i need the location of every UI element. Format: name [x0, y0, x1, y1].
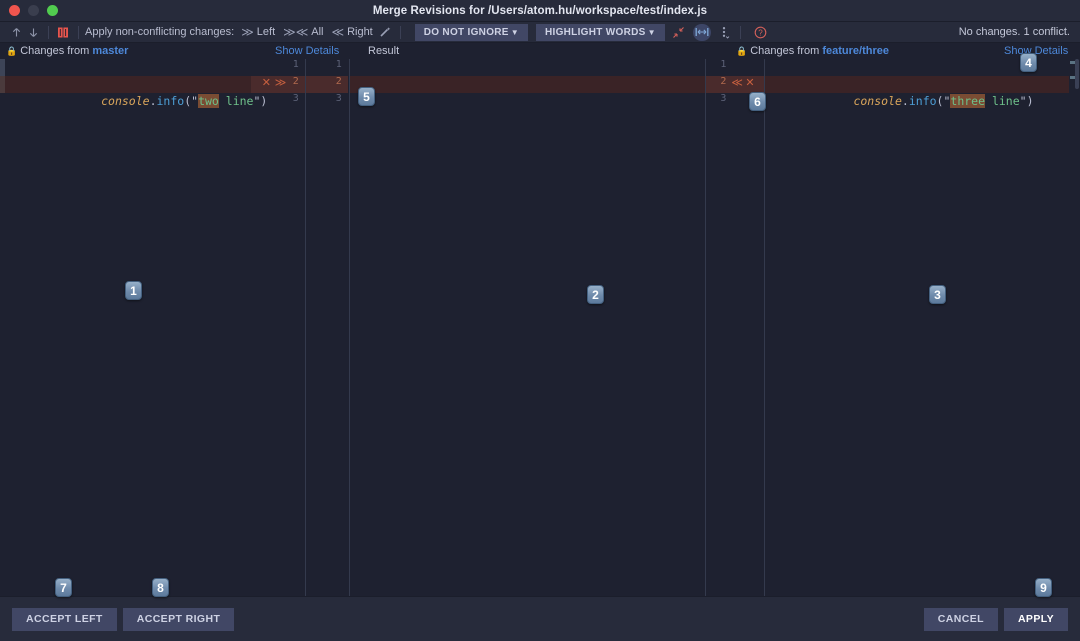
- right-l2-dot: .: [902, 94, 909, 108]
- result-line-1[interactable]: console.info("one line"): [306, 59, 706, 76]
- cancel-button[interactable]: CANCEL: [924, 608, 998, 631]
- toolbar-divider-2: [78, 26, 79, 39]
- lock-icon-2: 🔒: [736, 46, 747, 56]
- highlight-policy-dropdown[interactable]: HIGHLIGHT WORDS ▼: [536, 24, 665, 41]
- magic-wand-icon[interactable]: [377, 24, 394, 41]
- ignore-policy-dropdown[interactable]: DO NOT IGNORE ▼: [415, 24, 528, 41]
- toolbar-divider: [48, 26, 49, 39]
- right-header-prefix: Changes from: [750, 45, 822, 57]
- double-chevron-right-icon: ≫: [241, 25, 254, 39]
- more-options-icon[interactable]: [716, 24, 734, 41]
- overlay-badge-7: 7: [55, 578, 72, 597]
- right-pane-header: 🔒Changes from feature/three: [736, 43, 889, 59]
- left-show-details-link[interactable]: Show Details: [275, 43, 339, 59]
- overlay-badge-8: 8: [152, 578, 169, 597]
- chevron-down-icon-2: ▼: [648, 24, 656, 41]
- left-l2-dot: .: [150, 94, 157, 108]
- right-l2-method: info: [909, 94, 937, 108]
- fit-width-icon[interactable]: [693, 24, 711, 41]
- overlay-badge-3: 3: [929, 285, 946, 304]
- right-l2-close: "): [1020, 94, 1034, 108]
- result-line-2-conflict[interactable]: [350, 76, 706, 93]
- right-l2-open: (": [937, 94, 951, 108]
- left-show-details-label: Show Details: [275, 45, 339, 57]
- collapse-unchanged-icon[interactable]: [670, 24, 688, 41]
- left-line-2-marker: [0, 76, 5, 93]
- left-linenum-2: 2: [281, 76, 299, 87]
- overlay-badge-5: 5: [358, 87, 375, 106]
- apply-right-label: Right: [347, 26, 373, 38]
- svg-text:?: ?: [759, 28, 764, 37]
- overlay-badge-1: 1: [125, 281, 142, 300]
- right-scrollbar[interactable]: [1069, 59, 1080, 596]
- arrow-down-icon[interactable]: [25, 24, 42, 41]
- title-bar: Merge Revisions for /Users/atom.hu/works…: [0, 0, 1080, 22]
- left-l2-object: console: [101, 94, 149, 108]
- apply-left-label: Left: [257, 26, 275, 38]
- right-l2-object: console: [853, 94, 901, 108]
- overlay-badge-4: 4: [1020, 53, 1037, 72]
- apply-all-label: All: [311, 26, 323, 38]
- left-pane-header: 🔒Changes from master: [6, 43, 128, 59]
- left-branch-name: master: [92, 45, 128, 57]
- toolbar: Apply non-conflicting changes: ≫ Left ≫≪…: [0, 22, 1080, 43]
- overlay-badge-9: 9: [1035, 578, 1052, 597]
- left-l2-open: (": [184, 94, 198, 108]
- apply-right-button[interactable]: ≪ Right: [332, 25, 373, 39]
- pane-headers: 🔒Changes from master Show Details Result…: [0, 43, 1080, 59]
- left-header-prefix: Changes from: [20, 45, 92, 57]
- left-l2-string-rest: line: [219, 94, 254, 108]
- footer-right-actions: CANCEL APPLY: [924, 608, 1068, 631]
- right-code-area[interactable]: console.info("one line") console.info("t…: [706, 59, 1080, 596]
- footer-bar: ACCEPT LEFT ACCEPT RIGHT CANCEL APPLY: [0, 596, 1080, 641]
- scrollbar-thumb[interactable]: [1075, 59, 1079, 89]
- status-text: No changes. 1 conflict.: [959, 22, 1070, 43]
- result-pane-header: Result: [368, 43, 399, 59]
- result-code-area[interactable]: console.info("one line"): [306, 59, 706, 596]
- apply-left-button[interactable]: ≫ Left: [241, 25, 275, 39]
- footer-left-actions: ACCEPT LEFT ACCEPT RIGHT: [12, 608, 234, 631]
- left-reject-change-button[interactable]: ✕: [262, 76, 271, 89]
- right-diff-pane[interactable]: 1 2 3 ≪ ✕ console.info("one line") conso…: [706, 59, 1080, 596]
- left-linenum-3: 3: [281, 93, 299, 104]
- right-l2-string-rest: line: [985, 94, 1020, 108]
- window-title: Merge Revisions for /Users/atom.hu/works…: [0, 0, 1080, 22]
- left-line-1-marker: [0, 59, 5, 76]
- left-diff-pane[interactable]: console.info("one line") console.info("t…: [0, 59, 306, 596]
- help-circle-icon[interactable]: ?: [752, 24, 770, 41]
- right-l2-string-changed: three: [950, 94, 985, 108]
- highlight-policy-label: HIGHLIGHT WORDS: [545, 24, 646, 41]
- accept-right-button[interactable]: ACCEPT RIGHT: [123, 608, 235, 631]
- merge-revisions-window: Merge Revisions for /Users/atom.hu/works…: [0, 0, 1080, 641]
- left-l2-string-changed: two: [198, 94, 219, 108]
- compare-revisions-icon[interactable]: [55, 24, 72, 41]
- chevron-down-icon: ▼: [511, 24, 519, 41]
- overlay-badge-6: 6: [749, 92, 766, 111]
- lock-icon: 🔒: [6, 46, 17, 56]
- ignore-policy-label: DO NOT IGNORE: [424, 24, 509, 41]
- overlay-badge-2: 2: [587, 285, 604, 304]
- accept-left-button[interactable]: ACCEPT LEFT: [12, 608, 117, 631]
- right-branch-name: feature/three: [822, 45, 889, 57]
- arrow-up-icon[interactable]: [8, 24, 25, 41]
- toolbar-divider-3: [400, 26, 401, 39]
- left-l2-method: info: [157, 94, 185, 108]
- apply-button[interactable]: APPLY: [1004, 608, 1068, 631]
- left-gutter: ✕ ≫ 1 2 3: [251, 59, 306, 596]
- result-pane[interactable]: 1 2 3 console.info("one line"): [306, 59, 706, 596]
- double-chevron-both-icon: ≫≪: [283, 25, 308, 39]
- double-chevron-left-icon: ≪: [332, 25, 345, 39]
- right-line-2[interactable]: console.info("three line"): [765, 76, 1080, 93]
- diff-panes: console.info("one line") console.info("t…: [0, 59, 1080, 596]
- apply-changes-label: Apply non-conflicting changes:: [85, 26, 234, 38]
- toolbar-divider-4: [740, 26, 741, 39]
- left-linenum-1: 1: [281, 59, 299, 70]
- apply-all-button[interactable]: ≫≪ All: [283, 25, 323, 39]
